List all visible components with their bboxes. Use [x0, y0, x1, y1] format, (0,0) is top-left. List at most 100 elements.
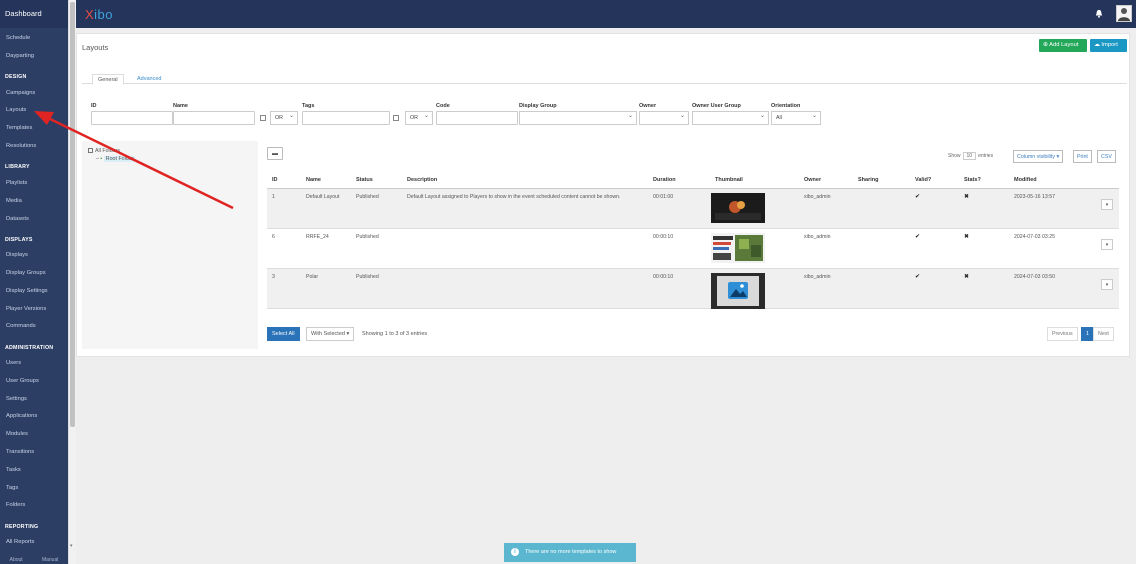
cell-name[interactable]: Polar [306, 274, 318, 280]
row-actions-button[interactable]: ▾ [1101, 279, 1113, 290]
page-title: Layouts [82, 43, 109, 52]
bell-icon[interactable] [1095, 9, 1103, 18]
col-header-id[interactable]: ID [272, 177, 278, 183]
sidebar-item-dayparting[interactable]: Dayparting [6, 53, 34, 59]
sidebar-item-resolutions[interactable]: Resolutions [6, 143, 36, 149]
sidebar-item-commands[interactable]: Commands [6, 323, 36, 329]
cell-name[interactable]: Default Layout [306, 194, 339, 200]
filter-name-exact-checkbox[interactable] [260, 115, 266, 121]
page-length-select[interactable]: 10 [962, 152, 977, 160]
col-header-valid[interactable]: Valid? [915, 177, 931, 183]
row-actions-button[interactable]: ▾ [1101, 239, 1113, 250]
valid-check-icon: ✔ [915, 274, 921, 280]
add-layout-button[interactable]: ⊕ Add Layout [1039, 39, 1087, 52]
stats-cross-icon: ✖ [964, 274, 970, 280]
sidebar-item-display-settings[interactable]: Display Settings [6, 288, 48, 294]
filter-id-label: ID [91, 103, 97, 109]
col-header-status[interactable]: Status [356, 177, 373, 183]
manual-link[interactable]: Manual [42, 557, 58, 563]
about-link[interactable]: About [10, 557, 23, 563]
sidebar-item-datasets[interactable]: Datasets [6, 216, 29, 222]
row-actions-button[interactable]: ▾ [1101, 199, 1113, 210]
sidebar-item-tasks[interactable]: Tasks [6, 467, 21, 473]
sidebar-item-display-groups[interactable]: Display Groups [6, 270, 46, 276]
filter-owner-label: Owner [639, 103, 657, 109]
pagination-next[interactable]: Next [1093, 327, 1114, 341]
table-row[interactable]: 1 Default Layout Published Default Layou… [267, 189, 1119, 229]
tab-general[interactable]: General [92, 74, 124, 85]
layouts-table-area: ▬ Show 10 entries Column visibility ▾ Prin… [263, 141, 1125, 355]
pagination-page-1[interactable]: 1 [1081, 327, 1094, 341]
filter-code-input[interactable] [436, 111, 518, 125]
sidebar-item-users[interactable]: Users [6, 360, 21, 366]
filter-owner-select[interactable] [639, 110, 689, 125]
info-icon: i [511, 548, 519, 556]
xibo-logo[interactable]: Xibo [85, 7, 113, 22]
with-selected-dropdown[interactable]: With Selected ▾ [306, 327, 355, 341]
sidebar-item-layouts[interactable]: Layouts [6, 107, 26, 113]
sidebar-item-templates[interactable]: Templates [6, 125, 32, 131]
col-header-owner[interactable]: Owner [804, 177, 821, 183]
filter-name-input[interactable] [173, 111, 255, 125]
sidebar-section-displays: DISPLAYS [5, 237, 33, 243]
sidebar-section-administration: ADMINISTRATION [5, 345, 54, 351]
pagination-previous[interactable]: Previous [1047, 327, 1078, 341]
root-folder-node[interactable]: – ▪ Root Folder [96, 156, 136, 162]
col-header-sharing[interactable]: Sharing [858, 177, 878, 183]
cell-description: Default Layout assigned to Players to sh… [407, 194, 621, 200]
filter-tags-exact-checkbox[interactable] [393, 115, 399, 121]
cell-owner: xibo_admin [804, 194, 831, 200]
sidebar-item-modules[interactable]: Modules [6, 431, 28, 437]
filter-tags-label: Tags [302, 103, 315, 109]
filter-tags-input[interactable] [302, 111, 390, 125]
filter-name-logic-select[interactable]: OR [270, 110, 298, 125]
layout-thumbnail[interactable] [711, 233, 765, 263]
cell-owner: xibo_admin [804, 234, 831, 240]
sidebar-item-playlists[interactable]: Playlists [6, 180, 27, 186]
column-visibility-button[interactable]: Column visibility ▾ [1013, 150, 1064, 163]
sidebar-item-campaigns[interactable]: Campaigns [6, 90, 35, 96]
table-row[interactable]: 3 Polar Published 00:00:10 xibo_admin ✔ … [267, 269, 1119, 309]
filter-owner-user-group-select[interactable] [692, 110, 769, 125]
tab-advanced[interactable]: Advanced [132, 74, 166, 85]
print-button[interactable]: Print [1073, 150, 1092, 163]
all-folders-checkbox[interactable]: All Folders [88, 148, 120, 154]
sidebar-item-schedule[interactable]: Schedule [6, 35, 30, 41]
sidebar-item-media[interactable]: Media [6, 198, 22, 204]
sidebar-scrollbar-thumb[interactable] [70, 2, 75, 427]
sidebar-item-player-versions[interactable]: Player Versions [6, 306, 46, 312]
scroll-down-arrow-icon[interactable]: ▾ [70, 543, 73, 549]
cell-name[interactable]: RRFE_24 [306, 234, 329, 240]
user-avatar[interactable] [1116, 5, 1132, 22]
filter-display-group-select[interactable] [519, 110, 637, 125]
table-row[interactable]: 6 RRFE_24 Published 00:00:10 xibo_admin … [267, 229, 1119, 269]
cell-id: 6 [272, 234, 275, 240]
folder-tree: All Folders – ▪ Root Folder [82, 141, 258, 349]
col-header-duration[interactable]: Duration [653, 177, 676, 183]
sidebar-item-all-reports[interactable]: All Reports [6, 539, 34, 545]
filter-orientation-select[interactable]: All [771, 110, 821, 125]
sidebar-item-settings[interactable]: Settings [6, 396, 27, 402]
sidebar-dashboard-link[interactable]: Dashboard [0, 0, 68, 28]
col-header-description[interactable]: Description [407, 177, 437, 183]
filter-tags-logic-select[interactable]: OR [405, 110, 433, 125]
sidebar-item-displays[interactable]: Displays [6, 252, 28, 258]
sidebar-item-folders[interactable]: Folders [6, 502, 25, 508]
sidebar-item-transitions[interactable]: Transitions [6, 449, 34, 455]
sidebar-item-tags[interactable]: Tags [6, 485, 18, 491]
layout-thumbnail[interactable] [711, 273, 765, 309]
sidebar-item-applications[interactable]: Applications [6, 413, 37, 419]
csv-button[interactable]: CSV [1097, 150, 1116, 163]
select-all-button[interactable]: Select All [267, 327, 300, 341]
layout-thumbnail[interactable] [711, 193, 765, 223]
col-header-stats[interactable]: Stats? [964, 177, 981, 183]
import-button[interactable]: ☁ Import [1090, 39, 1127, 52]
cell-id: 1 [272, 194, 275, 200]
filter-id-input[interactable] [91, 111, 173, 125]
col-header-name[interactable]: Name [306, 177, 321, 183]
folder-toggle-button[interactable]: ▬ [267, 147, 283, 160]
col-header-modified[interactable]: Modified [1014, 177, 1037, 183]
col-header-thumbnail[interactable]: Thumbnail [715, 177, 743, 183]
sidebar-item-user-groups[interactable]: User Groups [6, 378, 39, 384]
sidebar-scrollbar[interactable]: ▾ [68, 0, 76, 564]
